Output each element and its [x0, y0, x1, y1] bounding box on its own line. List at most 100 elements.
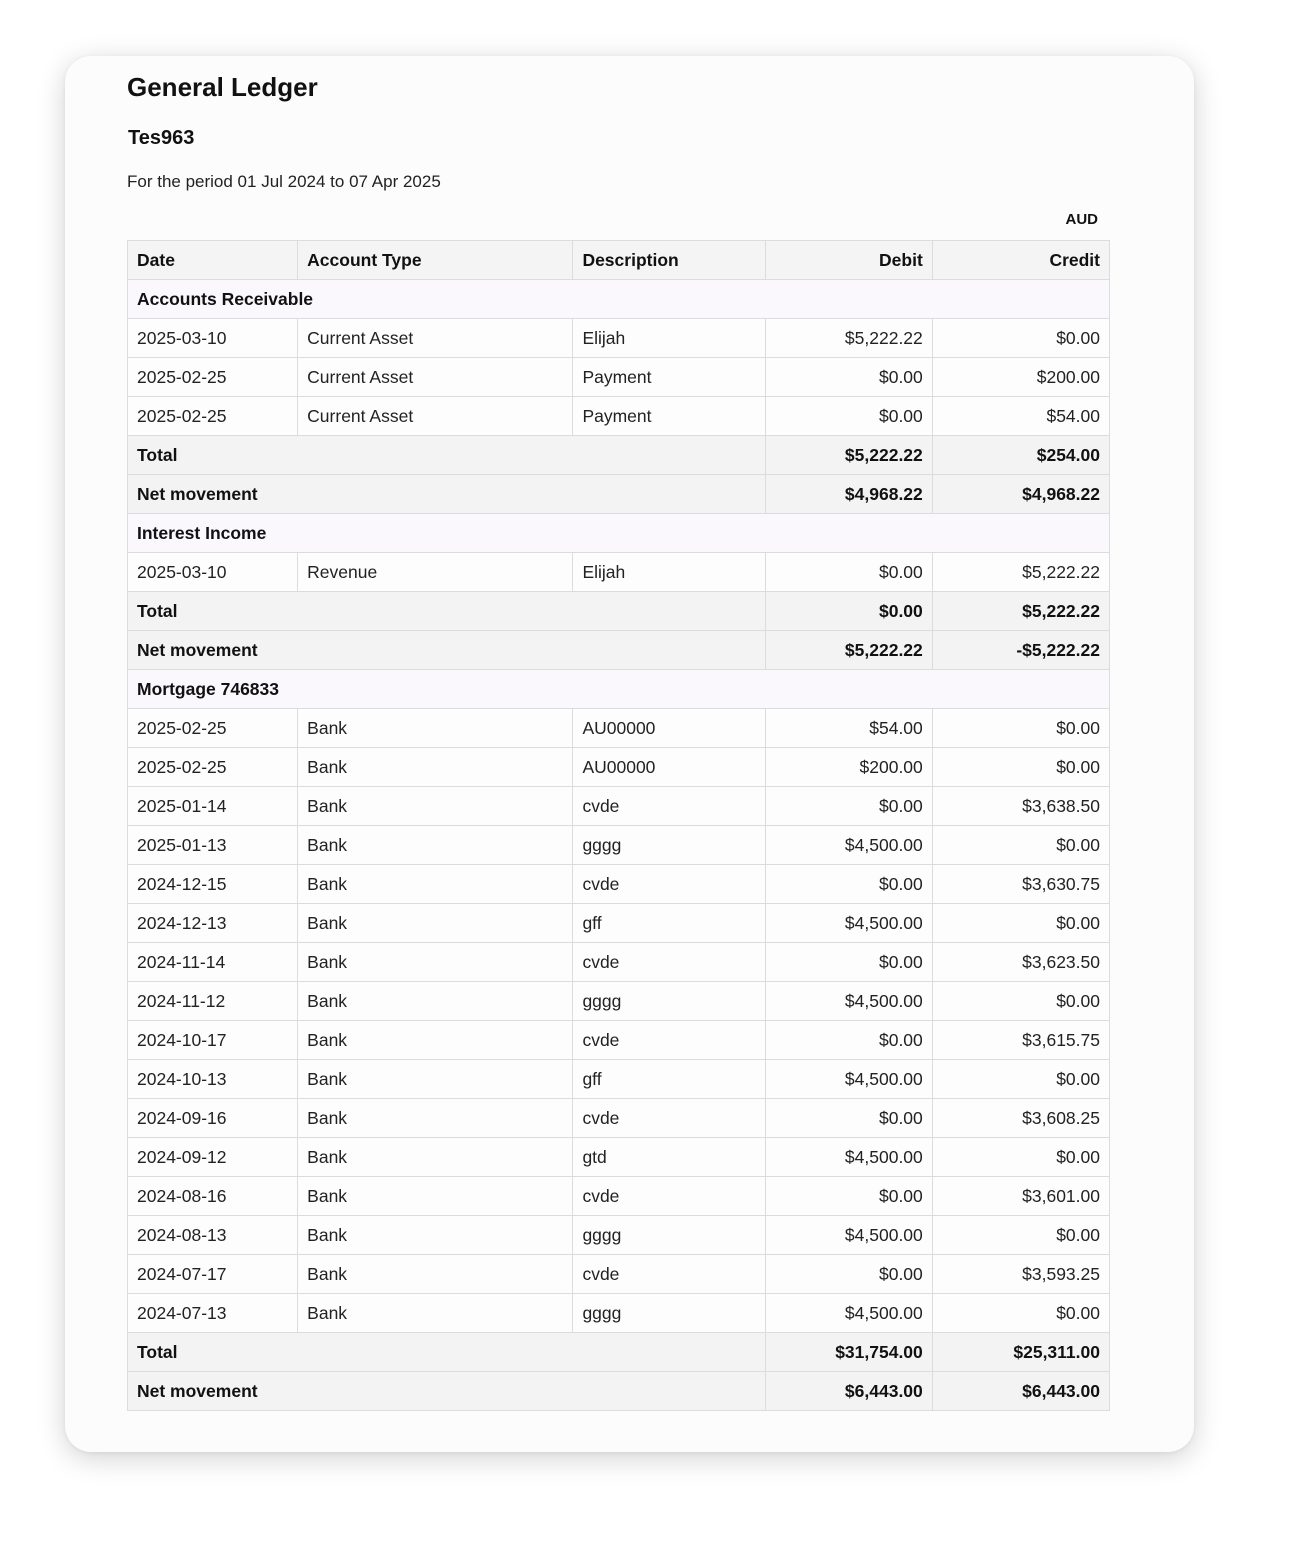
row-credit: $0.00 — [931, 1215, 1111, 1255]
account-group-header: Interest Income — [127, 513, 1110, 553]
row-description: cvde — [572, 1020, 766, 1060]
net-movement-debit: $4,968.22 — [764, 474, 933, 514]
table-header-row: Date Account Type Description Debit Cred… — [126, 240, 1111, 280]
net-movement-credit: $6,443.00 — [931, 1371, 1111, 1411]
row-date: 2024-12-15 — [126, 864, 299, 904]
row-date: 2024-10-13 — [126, 1059, 299, 1099]
net-movement-credit: $4,968.22 — [931, 474, 1111, 514]
table-row: 2024-10-17 Bank cvde $0.00 $3,615.75 — [126, 1020, 1111, 1060]
net-movement-debit: $6,443.00 — [764, 1371, 933, 1411]
row-description: cvde — [572, 1098, 766, 1138]
row-debit: $0.00 — [764, 1098, 933, 1138]
row-description: cvde — [572, 942, 766, 982]
net-movement-label: Net movement — [127, 1371, 766, 1411]
row-credit: $3,608.25 — [931, 1098, 1111, 1138]
report-title: General Ledger — [127, 72, 318, 102]
row-account-type: Revenue — [297, 552, 574, 592]
total-credit: $5,222.22 — [931, 591, 1111, 631]
row-account-type: Bank — [297, 1020, 574, 1060]
row-description: gff — [572, 1059, 766, 1099]
column-header-description: Description — [572, 240, 766, 280]
row-date: 2024-11-12 — [126, 981, 299, 1021]
row-description: gtd — [572, 1137, 766, 1177]
column-header-credit: Credit — [931, 240, 1111, 280]
table-row: 2024-09-12 Bank gtd $4,500.00 $0.00 — [126, 1137, 1111, 1177]
table-row: 2025-02-25 Current Asset Payment $0.00 $200.… — [126, 357, 1111, 397]
row-debit: $0.00 — [764, 1176, 933, 1216]
table-row: 2024-11-14 Bank cvde $0.00 $3,623.50 — [126, 942, 1111, 982]
row-debit: $0.00 — [764, 786, 933, 826]
report-period: For the period 01 Jul 2024 to 07 Apr 202… — [127, 172, 441, 191]
total-label: Total — [127, 435, 766, 475]
row-credit: $3,615.75 — [931, 1020, 1111, 1060]
row-credit: $3,601.00 — [931, 1176, 1111, 1216]
row-credit: $200.00 — [931, 357, 1111, 397]
row-account-type: Bank — [297, 1293, 574, 1333]
row-debit: $4,500.00 — [764, 1293, 933, 1333]
row-description: Elijah — [572, 552, 766, 592]
account-group-header: Accounts Receivable — [127, 279, 1110, 319]
row-account-type: Bank — [297, 942, 574, 982]
row-account-type: Bank — [297, 1098, 574, 1138]
row-account-type: Bank — [297, 1059, 574, 1099]
row-account-type: Bank — [297, 1254, 574, 1294]
row-account-type: Current Asset — [297, 318, 574, 358]
organisation-name: Tes963 — [128, 127, 195, 149]
table-row: 2025-02-25 Bank AU00000 $200.00 $0.00 — [126, 747, 1111, 787]
net-movement-row: Net movement $5,222.22 -$5,222.22 — [127, 630, 1111, 670]
row-date: 2025-01-13 — [126, 825, 299, 865]
row-account-type: Bank — [297, 825, 574, 865]
row-debit: $0.00 — [764, 357, 933, 397]
report-card: General Ledger Tes963 For the period 01 … — [65, 56, 1194, 1452]
total-credit: $25,311.00 — [931, 1332, 1111, 1372]
row-account-type: Bank — [297, 1215, 574, 1255]
row-debit: $0.00 — [764, 1254, 933, 1294]
table-row: 2024-08-13 Bank gggg $4,500.00 $0.00 — [126, 1215, 1111, 1255]
row-date: 2024-09-16 — [126, 1098, 299, 1138]
table-row: 2025-02-25 Bank AU00000 $54.00 $0.00 — [126, 708, 1111, 748]
ledger-body: Accounts Receivable 2025-03-10 Current Ass… — [126, 279, 1111, 1411]
group-total-row: Total $31,754.00 $25,311.00 — [127, 1332, 1111, 1372]
currency-label: AUD — [1065, 211, 1099, 228]
row-credit: $3,593.25 — [931, 1254, 1111, 1294]
row-date: 2024-12-13 — [126, 903, 299, 943]
row-description: Elijah — [572, 318, 766, 358]
row-account-type: Bank — [297, 708, 574, 748]
row-account-type: Bank — [297, 1137, 574, 1177]
row-date: 2024-08-16 — [126, 1176, 299, 1216]
row-date: 2025-03-10 — [126, 552, 299, 592]
total-credit: $254.00 — [931, 435, 1111, 475]
net-movement-row: Net movement $6,443.00 $6,443.00 — [127, 1371, 1111, 1411]
net-movement-row: Net movement $4,968.22 $4,968.22 — [127, 474, 1111, 514]
row-date: 2024-09-12 — [126, 1137, 299, 1177]
row-debit: $5,222.22 — [764, 318, 933, 358]
row-credit: $3,630.75 — [931, 864, 1111, 904]
row-description: Payment — [572, 357, 766, 397]
account-group-name: Accounts Receivable — [127, 279, 1110, 319]
row-debit: $0.00 — [764, 396, 933, 436]
column-header-date: Date — [126, 240, 299, 280]
row-credit: $3,623.50 — [931, 942, 1111, 982]
group-total-row: Total $0.00 $5,222.22 — [127, 591, 1111, 631]
total-label: Total — [127, 591, 766, 631]
row-debit: $4,500.00 — [764, 903, 933, 943]
row-description: cvde — [572, 1254, 766, 1294]
row-description: gff — [572, 903, 766, 943]
row-debit: $4,500.00 — [764, 1137, 933, 1177]
table-row: 2024-07-13 Bank gggg $4,500.00 $0.00 — [126, 1293, 1111, 1333]
row-debit: $0.00 — [764, 552, 933, 592]
row-credit: $0.00 — [931, 1059, 1111, 1099]
row-credit: $0.00 — [931, 825, 1111, 865]
table-row: 2025-01-14 Bank cvde $0.00 $3,638.50 — [126, 786, 1111, 826]
net-movement-label: Net movement — [127, 630, 766, 670]
row-credit: $0.00 — [931, 708, 1111, 748]
table-row: 2024-11-12 Bank gggg $4,500.00 $0.00 — [126, 981, 1111, 1021]
table-row: 2025-03-10 Current Asset Elijah $5,222.22 $0… — [126, 318, 1111, 358]
table-row: 2024-09-16 Bank cvde $0.00 $3,608.25 — [126, 1098, 1111, 1138]
account-group-name: Mortgage 746833 — [127, 669, 1110, 709]
row-credit: $0.00 — [931, 903, 1111, 943]
row-credit: $3,638.50 — [931, 786, 1111, 826]
account-group-header: Mortgage 746833 — [127, 669, 1110, 709]
row-description: gggg — [572, 981, 766, 1021]
group-total-row: Total $5,222.22 $254.00 — [127, 435, 1111, 475]
